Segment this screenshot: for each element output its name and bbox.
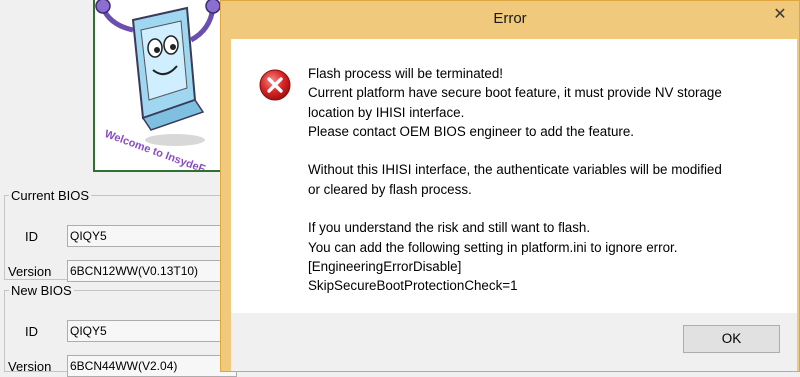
- message-line: [EngineeringErrorDisable]: [308, 258, 462, 274]
- message-line: Please contact OEM BIOS engineer to add …: [308, 123, 635, 139]
- insyde-logo-image: Welcome to InsydeF: [93, 0, 227, 172]
- error-message: Flash process will be terminated! Curren…: [308, 64, 778, 296]
- current-bios-group: Current BIOS ID QIQY5 Version 6BCN12WW(V…: [4, 188, 237, 282]
- ok-button[interactable]: OK: [683, 325, 780, 353]
- new-id-label: ID: [25, 324, 38, 339]
- current-id-field[interactable]: QIQY5: [67, 225, 237, 247]
- new-bios-legend: New BIOS: [11, 283, 72, 298]
- error-dialog: Error ✕ Flash process will be terminated…: [220, 0, 800, 372]
- new-version-field[interactable]: 6BCN44WW(V2.04): [67, 355, 237, 377]
- message-line: or cleared by flash process.: [308, 181, 472, 197]
- new-id-field[interactable]: QIQY5: [67, 320, 237, 342]
- current-bios-legend: Current BIOS: [11, 188, 90, 203]
- message-line: SkipSecureBootProtectionCheck=1: [308, 278, 518, 294]
- current-id-label: ID: [25, 229, 38, 244]
- close-button[interactable]: ✕: [760, 5, 800, 25]
- current-version-field[interactable]: 6BCN12WW(V0.13T10): [67, 260, 237, 282]
- current-version-label: Version: [8, 264, 52, 279]
- message-line: If you understand the risk and still wan…: [308, 220, 591, 236]
- dialog-footer: OK: [231, 313, 797, 371]
- message-line: Current platform have secure boot featur…: [308, 85, 722, 101]
- new-bios-group: New BIOS ID QIQY5 Version 6BCN44WW(V2.04…: [4, 283, 237, 377]
- dialog-content: Flash process will be terminated! Curren…: [231, 39, 797, 313]
- dialog-title-bar[interactable]: Error ✕: [221, 1, 799, 39]
- message-line: Without this IHISI interface, the authen…: [308, 162, 722, 178]
- close-icon: ✕: [773, 6, 787, 23]
- message-line: You can add the following setting in pla…: [308, 239, 678, 255]
- message-line: Flash process will be terminated!: [308, 66, 503, 81]
- dialog-title: Error: [493, 10, 527, 27]
- error-icon: [259, 69, 291, 101]
- message-line: location by IHISI interface.: [308, 104, 465, 120]
- insyde-mascot-icon: [95, 0, 221, 146]
